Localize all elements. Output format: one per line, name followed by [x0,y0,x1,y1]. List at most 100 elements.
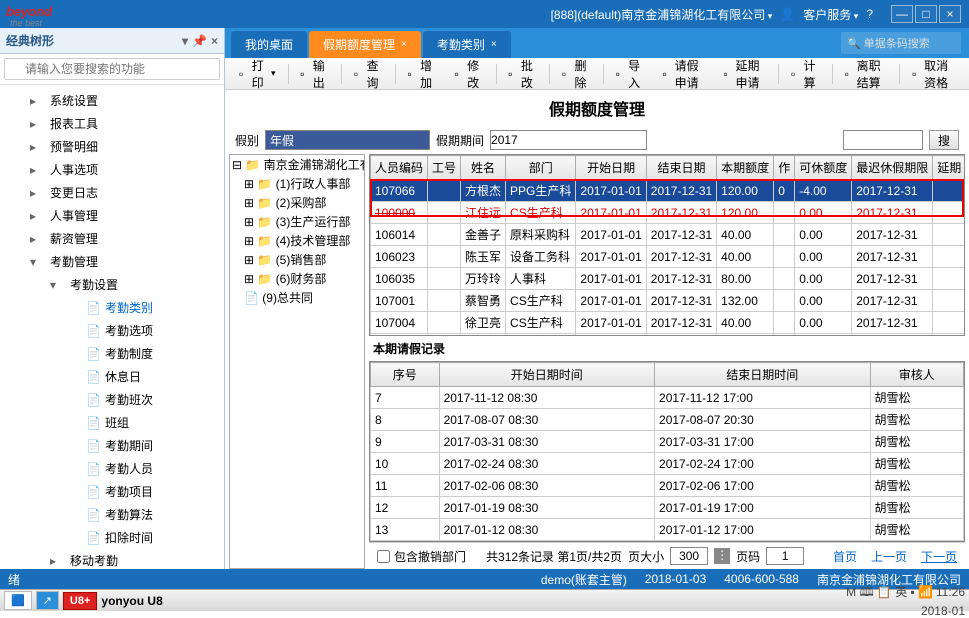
org-item[interactable]: ⊞ 📁 (3)生产运行部 [230,212,364,231]
company-name[interactable]: [888](default)南京金浦锦湖化工有限公司 [551,6,773,23]
task-u8-label[interactable]: yonyou U8 [101,594,162,608]
task-arrow[interactable]: ↗ [36,591,59,610]
toolbar-计算[interactable]: ▫计算 [783,54,828,94]
toolbar-离职结算[interactable]: ▫离职结算 [837,54,896,94]
nav-item[interactable]: ▸薪资管理 [0,227,224,250]
org-item[interactable]: 📄 (9)总共同 [230,288,364,307]
table-row[interactable]: 106014金善子原料采购科2017-01-012017-12-3140.000… [371,224,966,246]
table-row[interactable]: 106035万玲玲人事科2017-01-012017-12-3180.000.0… [371,268,966,290]
table-row[interactable]: 92017-03-31 08:302017-03-31 17:00胡雪松 [371,431,964,453]
table-row[interactable]: 122017-01-19 08:302017-01-19 17:00胡雪松 [371,497,964,519]
filter-extra-input[interactable] [843,130,923,150]
menu-icon[interactable]: ▾ [182,34,188,48]
maximize-button[interactable]: □ [915,5,937,23]
nav-item[interactable]: ▸人事选项 [0,158,224,181]
col-header[interactable]: 开始日期时间 [439,363,654,387]
toolbar-修改[interactable]: ▫修改 [447,54,492,94]
toolbar-取消资格[interactable]: ▫取消资格 [904,54,963,94]
org-item[interactable]: ⊞ 📁 (4)技术管理部 [230,231,364,250]
table-row[interactable]: 112017-02-06 08:302017-02-06 17:00胡雪松 [371,475,964,497]
org-item[interactable]: ⊞ 📁 (1)行政人事部 [230,174,364,193]
tab-close-icon[interactable]: × [401,39,407,50]
col-header[interactable]: 延期 [933,156,965,180]
org-item[interactable]: ⊟ 📁 南京金浦锦湖化工有限公司 [230,155,364,174]
nav-item[interactable]: ▾考勤管理 [0,250,224,273]
page-num-input[interactable] [766,547,804,565]
nav-item[interactable]: 📄考勤班次 [0,388,224,411]
pin-icon[interactable]: 📌 [192,34,207,48]
filter-leave-type[interactable] [265,130,430,150]
nav-item[interactable]: 📄考勤算法 [0,503,224,526]
page-size-stepper[interactable]: ⋮ [714,548,730,564]
table-row[interactable]: 82017-08-07 08:302017-08-07 20:30胡雪松 [371,409,964,431]
tab-search-input[interactable]: 🔍 单据条码搜索 [841,32,961,54]
nav-item[interactable]: 📄考勤项目 [0,480,224,503]
toolbar-批改[interactable]: ▫批改 [500,54,545,94]
nav-item[interactable]: 📄考勤人员 [0,457,224,480]
page-size-input[interactable] [670,547,708,565]
col-header[interactable]: 作 [774,156,795,180]
nav-item[interactable]: ▾考勤设置 [0,273,224,296]
include-cancelled-checkbox[interactable] [377,550,390,563]
col-header[interactable]: 审核人 [870,363,964,387]
table-row[interactable]: 100000江住远CS生产科2017-01-012017-12-31120.00… [371,202,966,224]
toolbar-增加[interactable]: ▫增加 [400,54,445,94]
table-row[interactable]: 107004徐卫亮CS生产科2017-01-012017-12-3140.000… [371,312,966,334]
nav-item[interactable]: ▸移动考勤 [0,549,224,569]
col-header[interactable]: 工号 [428,156,461,180]
table-row[interactable]: 107005夏旭设备采购科2017-01-012017-12-3140.000.… [371,334,966,337]
nav-item[interactable]: ▸变更日志 [0,181,224,204]
tray-icons[interactable]: M 🕮 📋 英 ▪ 📶 [846,585,933,599]
col-header[interactable]: 可休额度 [795,156,852,180]
tab-close-icon[interactable]: × [491,39,497,50]
pager-first[interactable]: 首页 [833,548,857,565]
filter-period[interactable] [490,130,647,150]
col-header[interactable]: 序号 [371,363,440,387]
org-item[interactable]: ⊞ 📁 (2)采购部 [230,193,364,212]
nav-item[interactable]: ▸人事管理 [0,204,224,227]
nav-item[interactable]: 📄班组 [0,411,224,434]
task-u8plus[interactable]: U8+ [63,592,98,610]
table-row[interactable]: 107001蔡智勇CS生产科2017-01-012017-12-31132.00… [371,290,966,312]
close-button[interactable]: × [939,5,961,23]
org-item[interactable]: ⊞ 📁 (5)销售部 [230,250,364,269]
table-row[interactable]: 106023陈玉军设备工务科2017-01-012017-12-3140.000… [371,246,966,268]
minimize-button[interactable]: — [891,5,913,23]
close-sidebar-icon[interactable]: × [211,34,218,48]
pager-prev[interactable]: 上一页 [871,548,907,565]
nav-item[interactable]: ▸预警明细 [0,135,224,158]
toolbar-输出[interactable]: ▫输出 [292,54,337,94]
table-row[interactable]: 107066方根杰PPG生产科2017-01-012017-12-31120.0… [371,180,966,202]
toolbar-请假申请[interactable]: ▫请假申请 [655,54,714,94]
col-header[interactable]: 本期额度 [717,156,774,180]
sidebar-search-input[interactable] [4,58,220,80]
pager-next[interactable]: 下一页 [921,548,957,565]
nav-item[interactable]: ▸系统设置 [0,89,224,112]
task-start[interactable]: 🟦 [4,591,32,610]
table-row[interactable]: 132017-01-12 08:302017-01-12 17:00胡雪松 [371,519,964,541]
table-row[interactable]: 102017-02-24 08:302017-02-24 17:00胡雪松 [371,453,964,475]
nav-item[interactable]: 📄考勤期间 [0,434,224,457]
nav-item[interactable]: 📄休息日 [0,365,224,388]
toolbar-延期申请[interactable]: ▫延期申请 [715,54,774,94]
table-row[interactable]: 72017-11-12 08:302017-11-12 17:00胡雪松 [371,387,964,409]
toolbar-删除[interactable]: ▫删除 [554,54,599,94]
nav-item[interactable]: 📄考勤选项 [0,319,224,342]
toolbar-查询[interactable]: ▫查询 [346,54,391,94]
nav-item[interactable]: 📄考勤类别 [0,296,224,319]
nav-item[interactable]: 📄扣除时间 [0,526,224,549]
col-header[interactable]: 结束日期时间 [655,363,870,387]
customer-service[interactable]: 客户服务 [803,6,858,23]
col-header[interactable]: 部门 [506,156,576,180]
nav-item[interactable]: ▸报表工具 [0,112,224,135]
col-header[interactable]: 开始日期 [576,156,646,180]
col-header[interactable]: 人员编码 [371,156,428,180]
help-icon[interactable]: ? [866,7,873,21]
org-item[interactable]: ⊞ 📁 (6)财务部 [230,269,364,288]
col-header[interactable]: 姓名 [461,156,506,180]
toolbar-导入[interactable]: ▫导入 [608,54,653,94]
col-header[interactable]: 最迟休假期限 [852,156,933,180]
toolbar-打印[interactable]: ▫打印 [231,54,284,94]
filter-search-button[interactable]: 搜 [929,130,959,150]
nav-item[interactable]: 📄考勤制度 [0,342,224,365]
